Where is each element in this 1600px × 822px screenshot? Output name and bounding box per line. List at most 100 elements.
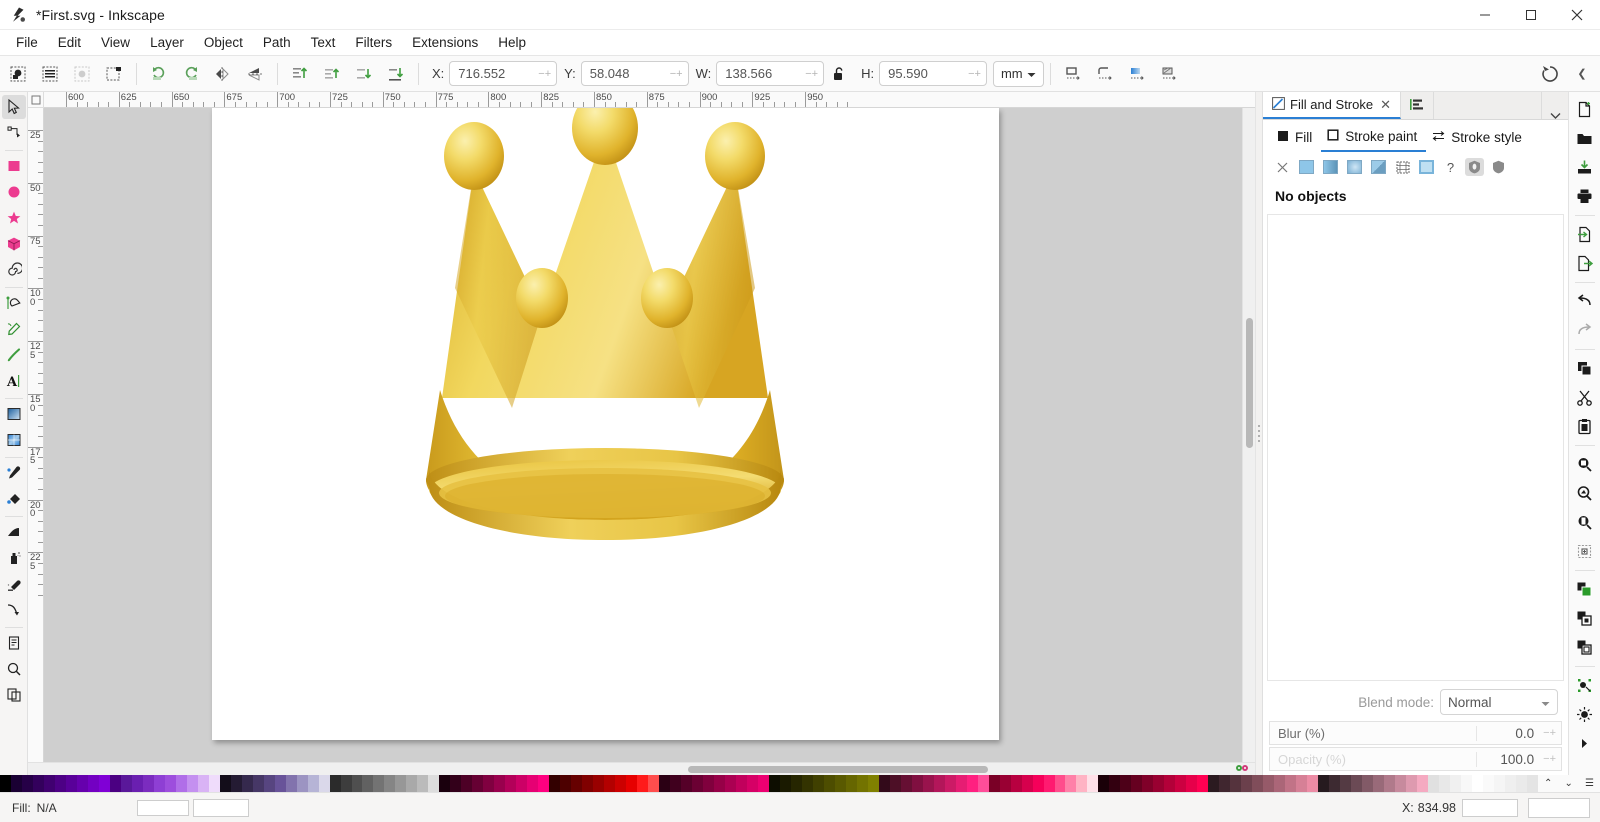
- affect-rounded-corners-icon[interactable]: [1091, 60, 1119, 88]
- palette-swatch[interactable]: [450, 775, 462, 792]
- node-align-button[interactable]: [1572, 672, 1598, 698]
- ruler-origin-corner[interactable]: [28, 92, 44, 108]
- x-position-input[interactable]: −+: [449, 61, 558, 86]
- palette-swatch[interactable]: [505, 775, 517, 792]
- rotate-ccw-icon[interactable]: [145, 60, 173, 88]
- menu-filters[interactable]: Filters: [345, 32, 402, 53]
- palette-swatch[interactable]: [1274, 775, 1286, 792]
- redo-button[interactable]: [1572, 317, 1598, 343]
- lower-icon[interactable]: [350, 60, 378, 88]
- palette-swatch[interactable]: [351, 775, 363, 792]
- affect-patterns-icon[interactable]: [1155, 60, 1183, 88]
- palette-swatch[interactable]: [1285, 775, 1297, 792]
- palette-swatch[interactable]: [1142, 775, 1154, 792]
- no-paint-button[interactable]: [1273, 158, 1292, 176]
- palette-swatch[interactable]: [153, 775, 165, 792]
- palette-swatch[interactable]: [21, 775, 33, 792]
- palette-swatch[interactable]: [1504, 775, 1516, 792]
- palette-swatch[interactable]: [1241, 775, 1253, 792]
- palette-swatch[interactable]: [1120, 775, 1132, 792]
- palette-swatch[interactable]: [54, 775, 66, 792]
- palette-swatch[interactable]: [483, 775, 495, 792]
- group-button[interactable]: [1572, 576, 1598, 602]
- palette-swatch[interactable]: [549, 775, 561, 792]
- print-button[interactable]: [1572, 183, 1598, 209]
- minimize-button[interactable]: [1462, 0, 1508, 30]
- radial-gradient-button[interactable]: [1345, 158, 1364, 176]
- paint-detail-area[interactable]: [1267, 214, 1564, 681]
- palette-swatch[interactable]: [911, 775, 923, 792]
- unknown-paint-button[interactable]: ?: [1441, 158, 1460, 176]
- cut-button[interactable]: [1572, 384, 1598, 410]
- palette-swatch[interactable]: [1153, 775, 1165, 792]
- palette-swatch[interactable]: [1482, 775, 1494, 792]
- palette-swatch[interactable]: [724, 775, 736, 792]
- palette-swatch[interactable]: [889, 775, 901, 792]
- palette-swatch[interactable]: [164, 775, 176, 792]
- tweak-tool[interactable]: [2, 520, 26, 544]
- blur-slider-row[interactable]: Blur (%) 0.0 −+: [1269, 721, 1562, 745]
- save-document-button[interactable]: [1572, 154, 1598, 180]
- opacity-value[interactable]: 100.0: [1476, 751, 1538, 767]
- xml-editor-button[interactable]: [1572, 730, 1598, 756]
- palette-swatch[interactable]: [527, 775, 539, 792]
- drawing-canvas[interactable]: [44, 108, 1242, 762]
- coordinate-y-field[interactable]: [1462, 798, 1518, 817]
- tab-stroke-style[interactable]: Stroke style: [1426, 126, 1531, 151]
- palette-swatch[interactable]: [197, 775, 209, 792]
- paintbucket-tool[interactable]: [2, 487, 26, 511]
- rotation-lock-icon[interactable]: [1229, 763, 1255, 775]
- palette-swatch[interactable]: [0, 775, 11, 792]
- paste-button[interactable]: [1572, 413, 1598, 439]
- palette-swatch[interactable]: [241, 775, 253, 792]
- palette-swatch[interactable]: [999, 775, 1011, 792]
- affect-gradients-icon[interactable]: [1123, 60, 1151, 88]
- palette-swatch[interactable]: [32, 775, 44, 792]
- tab-fill[interactable]: Fill: [1271, 126, 1321, 151]
- gradient-tool[interactable]: [2, 402, 26, 426]
- vertical-ruler[interactable]: 25 50 75 100 125 150 175 200 225: [28, 108, 44, 762]
- fill-rule-nonzero-button[interactable]: [1489, 158, 1508, 176]
- palette-swatch[interactable]: [1471, 775, 1483, 792]
- palette-swatch[interactable]: [98, 775, 110, 792]
- palette-swatch[interactable]: [768, 775, 780, 792]
- y-position-value[interactable]: [581, 62, 670, 85]
- palette-swatch[interactable]: [406, 775, 418, 792]
- palette-menu-icon[interactable]: ☰: [1585, 778, 1594, 789]
- palette-swatch[interactable]: [692, 775, 703, 792]
- close-icon[interactable]: ✕: [1380, 97, 1391, 113]
- palette-swatch[interactable]: [604, 775, 616, 792]
- palette-swatch[interactable]: [252, 775, 264, 792]
- swatch-button[interactable]: [1393, 158, 1412, 176]
- palette-swatch[interactable]: [208, 775, 220, 792]
- palette-swatch[interactable]: [230, 775, 242, 792]
- linear-gradient-button[interactable]: [1321, 158, 1340, 176]
- toggle-selection-box-icon[interactable]: [100, 60, 128, 88]
- zoom-selection-button[interactable]: [1572, 451, 1598, 477]
- palette-swatch[interactable]: [659, 775, 671, 792]
- palette-swatch[interactable]: [1515, 775, 1527, 792]
- palette-swatch[interactable]: [318, 775, 330, 792]
- palette-scroll-up-icon[interactable]: ⌃: [1544, 778, 1552, 789]
- palette-swatch[interactable]: [1263, 775, 1275, 792]
- pattern-button[interactable]: [1369, 158, 1388, 176]
- palette-swatch[interactable]: [76, 775, 88, 792]
- palette-swatch[interactable]: [1043, 775, 1055, 792]
- palette-swatch[interactable]: [812, 775, 824, 792]
- import-button[interactable]: [1572, 221, 1598, 247]
- menu-edit[interactable]: Edit: [48, 32, 91, 53]
- palette-swatch[interactable]: [1208, 775, 1220, 792]
- palette-swatch[interactable]: [615, 775, 627, 792]
- zoom-page-button[interactable]: [1572, 509, 1598, 535]
- palette-swatch[interactable]: [1197, 775, 1209, 792]
- flip-horizontal-icon[interactable]: [209, 60, 237, 88]
- palette-swatch[interactable]: [1230, 775, 1242, 792]
- pages-tool[interactable]: [2, 631, 26, 655]
- menu-path[interactable]: Path: [253, 32, 301, 53]
- palette-swatch[interactable]: [1087, 775, 1099, 792]
- palette-swatch[interactable]: [175, 775, 187, 792]
- new-document-button[interactable]: [1572, 96, 1598, 122]
- palette-swatch[interactable]: [1449, 775, 1461, 792]
- svg-page[interactable]: [212, 108, 999, 740]
- palette-swatch[interactable]: [878, 775, 890, 792]
